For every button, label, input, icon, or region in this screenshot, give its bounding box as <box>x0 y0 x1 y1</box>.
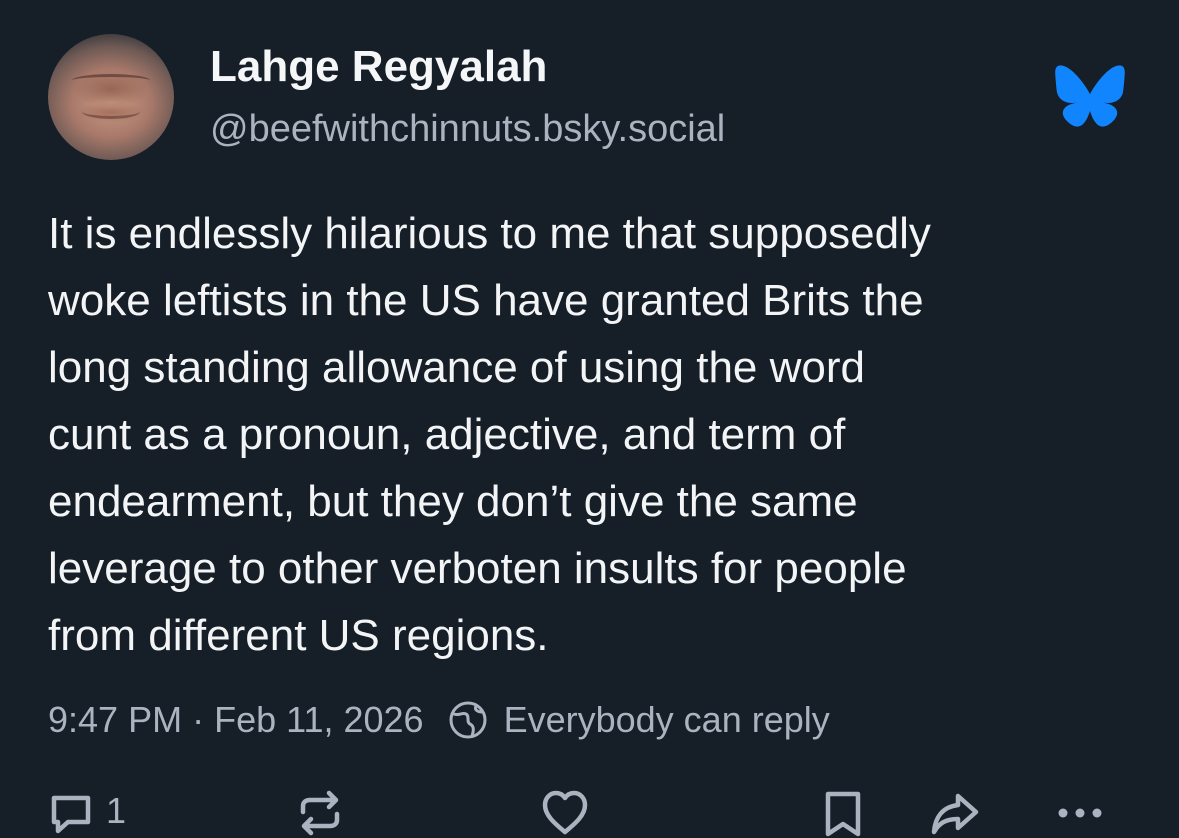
repost-button[interactable] <box>295 788 345 838</box>
bookmark-button[interactable] <box>818 788 868 838</box>
more-options-button[interactable] <box>1055 788 1105 838</box>
reply-count: 1 <box>106 790 127 831</box>
post-actions: 1 <box>0 780 1179 838</box>
globe-icon <box>449 701 487 739</box>
meta-separator: · <box>192 699 205 740</box>
avatar-mouth <box>82 104 140 119</box>
heart-icon <box>542 790 588 835</box>
avatar[interactable] <box>48 34 174 160</box>
share-icon <box>931 793 979 835</box>
reply-setting[interactable]: Everybody can reply <box>504 699 830 741</box>
reply-icon <box>51 795 91 834</box>
post-date[interactable]: Feb 11, 2026 <box>214 699 424 741</box>
post-meta: 9:47 PM · Feb 11, 2026 Everybody can rep… <box>48 696 830 744</box>
ellipsis-icon <box>1058 808 1102 818</box>
bluesky-butterfly-icon <box>1055 65 1125 127</box>
reply-button[interactable]: 1 <box>46 788 126 838</box>
post-time[interactable]: 9:47 PM <box>48 699 182 741</box>
author-handle[interactable]: @beefwithchinnuts.bsky.social <box>210 108 725 151</box>
like-button[interactable] <box>540 788 590 838</box>
avatar-brow <box>72 74 150 87</box>
author-display-name[interactable]: Lahge Regyalah <box>210 42 547 92</box>
bookmark-icon <box>825 791 861 837</box>
repost-icon <box>300 790 340 836</box>
share-button[interactable] <box>930 788 980 838</box>
post-text: It is endlessly hilarious to me that sup… <box>48 209 931 660</box>
